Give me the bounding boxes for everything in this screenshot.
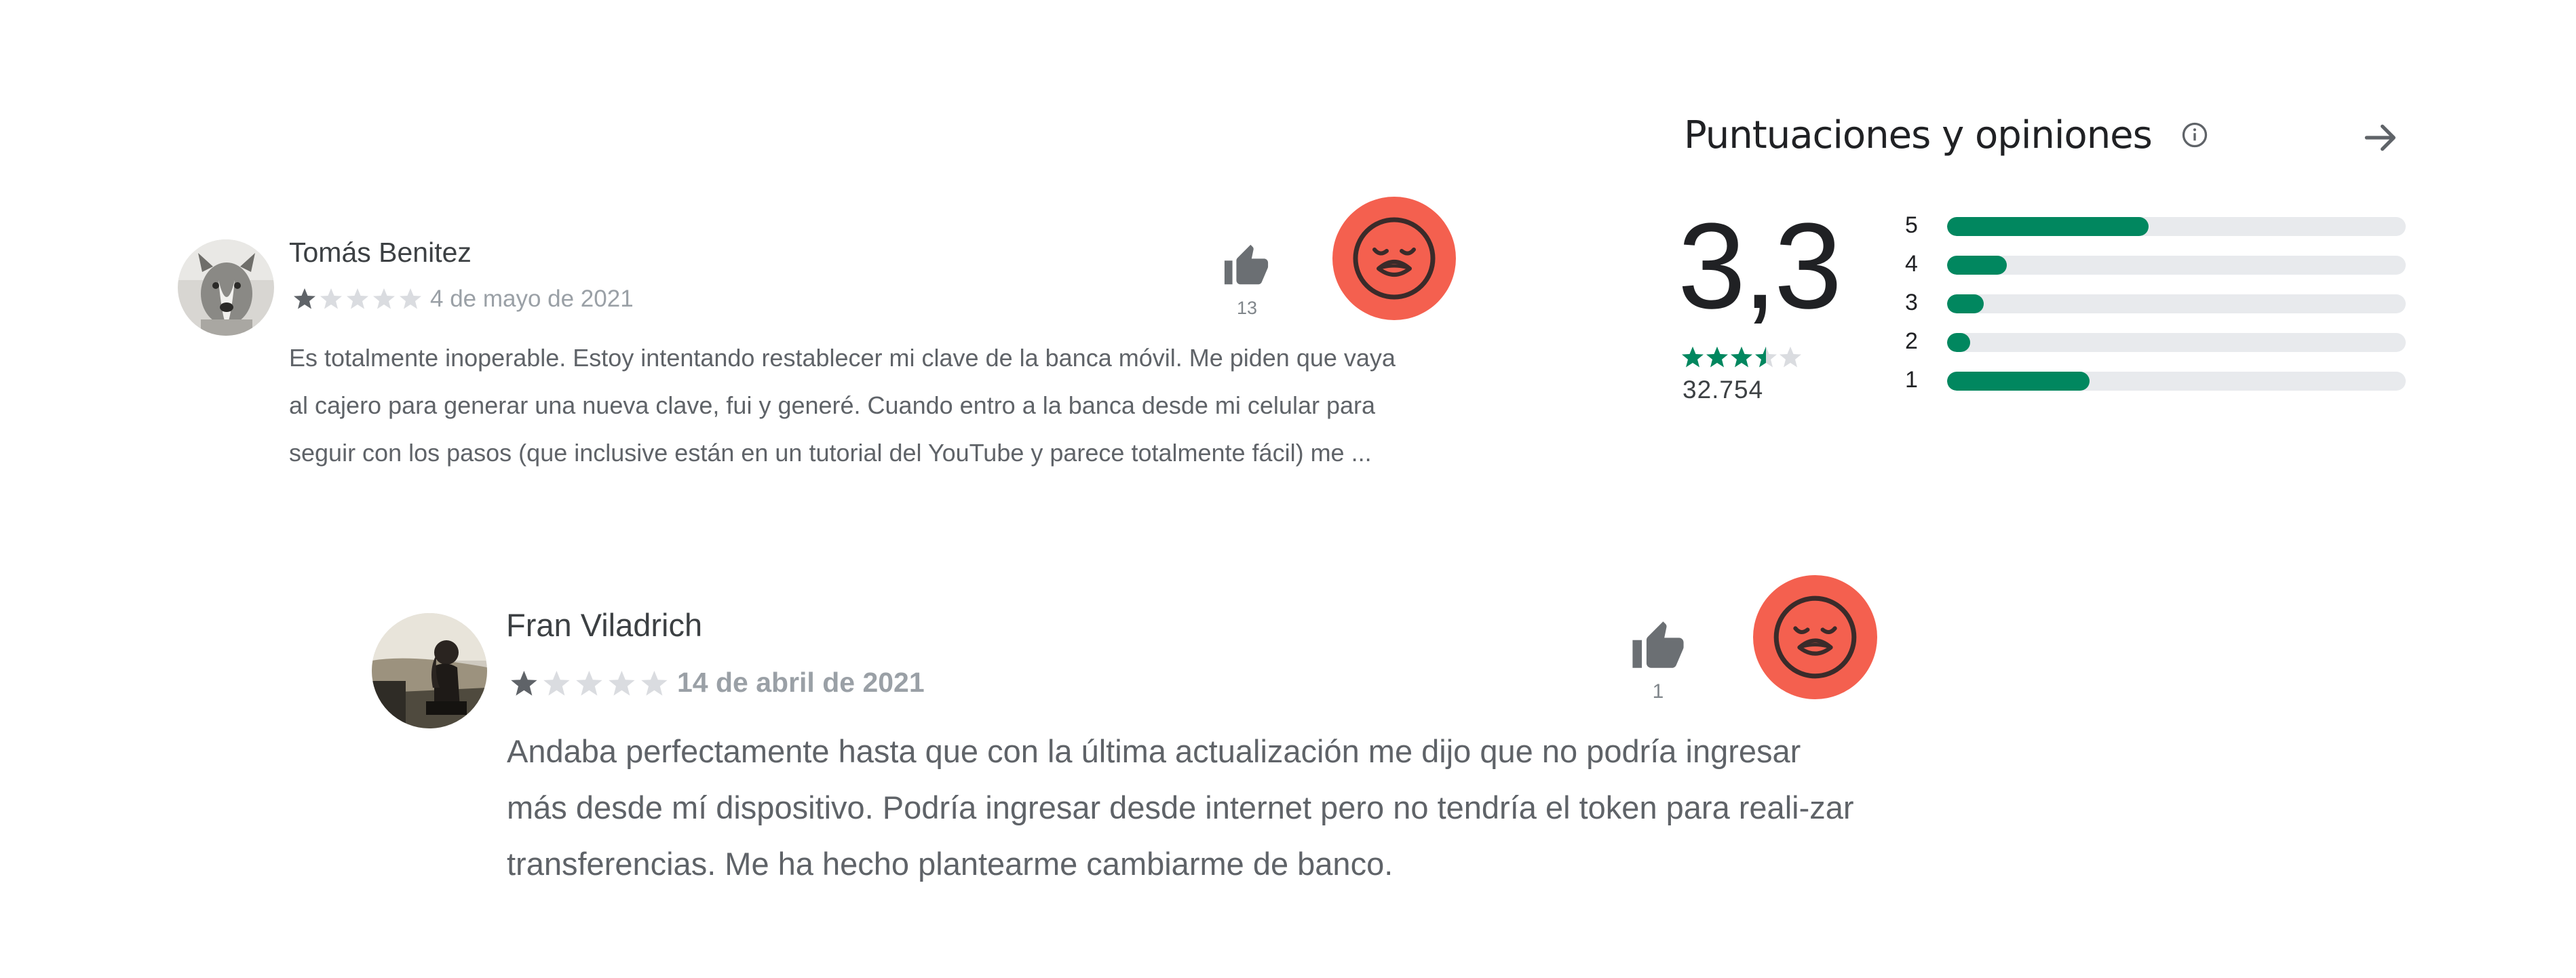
average-score: 3,3 (1678, 198, 1842, 334)
info-icon[interactable] (2180, 120, 2210, 150)
star-icon (1706, 347, 1728, 368)
star-icon (1731, 347, 1752, 368)
histogram-row-3: 3 (1905, 289, 2407, 316)
reviewer-name: Tomás Benitez (289, 237, 472, 268)
review-date: 14 de abril de 2021 (677, 667, 925, 698)
histogram-label: 4 (1905, 251, 1918, 277)
half-star-icon (1755, 347, 1777, 368)
histogram-bar (1947, 333, 1970, 352)
histogram-row-2: 2 (1905, 328, 2407, 355)
histogram-track (1947, 217, 2406, 236)
review-date: 4 de mayo de 2021 (430, 286, 634, 312)
histogram-bar (1947, 256, 2007, 275)
empty-star-icon (373, 288, 395, 309)
review-star-rating (294, 288, 421, 309)
reviewer-name: Fran Viladrich (506, 607, 703, 643)
review-count: 32.754 (1683, 376, 1764, 404)
helpful-count: 13 (1236, 298, 1258, 318)
histogram-row-1: 1 (1905, 366, 2407, 393)
thumbs-up-icon[interactable] (1628, 619, 1688, 675)
average-star-rating (1682, 347, 1801, 368)
histogram-row-5: 5 (1905, 212, 2407, 239)
thumbs-up-icon[interactable] (1221, 243, 1271, 290)
empty-star-icon (400, 288, 421, 309)
avatar (178, 239, 274, 336)
empty-star-icon (543, 671, 570, 696)
histogram-label: 1 (1905, 367, 1918, 393)
star-icon (1682, 347, 1704, 368)
empty-star-icon (576, 671, 602, 696)
star-icon (511, 671, 537, 696)
histogram-label: 2 (1905, 328, 1918, 354)
histogram-track (1947, 256, 2406, 275)
histogram-label: 3 (1905, 290, 1918, 315)
histogram-bar (1947, 294, 1984, 313)
histogram-track (1947, 372, 2406, 391)
review-text: Andaba perfectamente hasta que con la úl… (507, 733, 1854, 882)
empty-star-icon (641, 671, 668, 696)
histogram-row-4: 4 (1905, 250, 2407, 277)
review-text: Es totalmente inoperable. Estoy intentan… (289, 344, 1396, 467)
sad-face-badge (1332, 197, 1456, 320)
empty-star-icon (347, 288, 368, 309)
empty-star-icon (1780, 347, 1801, 368)
sad-face-badge (1753, 575, 1877, 699)
histogram-label: 5 (1905, 212, 1918, 238)
star-icon (294, 288, 315, 309)
arrow-right-icon[interactable] (2360, 117, 2402, 159)
histogram-bar (1947, 372, 2090, 391)
histogram-track (1947, 333, 2406, 352)
empty-star-icon (609, 671, 635, 696)
sad-face-icon (1773, 595, 1857, 679)
sad-face-icon (1353, 217, 1436, 300)
review-star-rating (511, 671, 668, 696)
helpful-count: 1 (1652, 680, 1664, 703)
histogram-track (1947, 294, 2406, 313)
ratings-title: Puntuaciones y opiniones (1684, 113, 2153, 157)
histogram-bar (1947, 217, 2149, 236)
empty-star-icon (320, 288, 342, 309)
avatar (372, 613, 487, 728)
